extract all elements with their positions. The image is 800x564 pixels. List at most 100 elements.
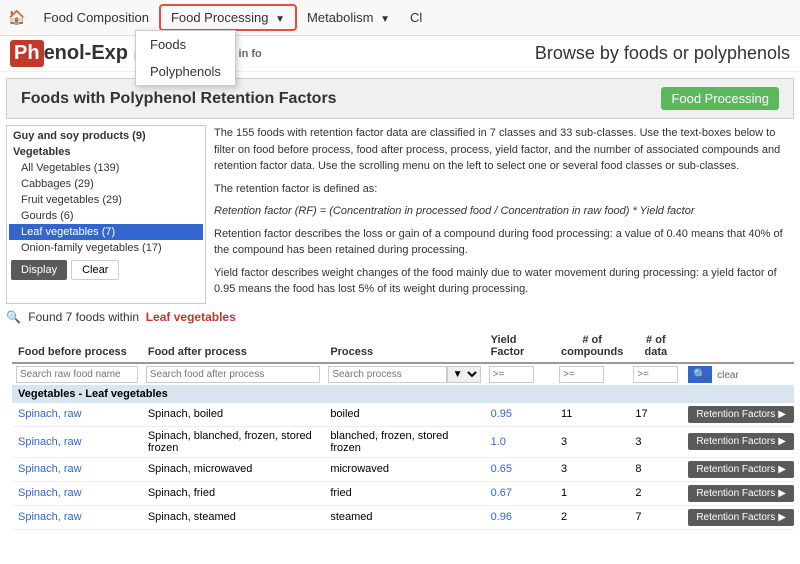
table-wrapper: Food before process Food after process P… <box>6 330 794 530</box>
yield-value: 0.65 <box>491 463 512 475</box>
nav-food-processing[interactable]: Food Processing ▼ <box>159 4 297 31</box>
dropdown-arrow-icon: ▼ <box>275 14 285 25</box>
clear-button[interactable]: Clear <box>71 260 119 280</box>
dropdown-foods[interactable]: Foods <box>136 31 235 58</box>
sidebar-item-onion[interactable]: Onion-family vegetables (17) <box>9 240 203 256</box>
yield-value: 1.0 <box>491 436 506 448</box>
filter-process-select[interactable]: ▼ <box>447 366 481 383</box>
logo-phenol: Ph <box>10 40 44 67</box>
retention-btn-cell: Retention Factors ▶ <box>682 457 794 481</box>
food-before-link[interactable]: Spinach, raw <box>18 436 82 448</box>
retention-factors-button[interactable]: Retention Factors ▶ <box>688 509 794 526</box>
filter-row: ▼ <box>12 363 794 385</box>
arrow-icon: ▶ <box>778 409 786 420</box>
description-rf-desc: Retention factor describes the loss or g… <box>214 226 794 259</box>
food-after-cell: Spinach, microwaved <box>142 457 324 481</box>
sidebar-item-soy[interactable]: Guy and soy products (9) <box>9 128 203 144</box>
table-row: Spinach, raw Spinach, fried fried 0.67 1… <box>12 481 794 505</box>
food-before-cell: Spinach, raw <box>12 403 142 427</box>
dropdown-arrow-icon2: ▼ <box>380 14 390 25</box>
section-header-label: Vegetables - Leaf vegetables <box>12 385 794 403</box>
col-compounds: # ofcompounds <box>555 330 629 363</box>
table-header-row: Food before process Food after process P… <box>12 330 794 363</box>
main-content: Guy and soy products (9) Vegetables All … <box>6 125 794 304</box>
found-text: Found 7 foods within <box>28 310 139 324</box>
food-after-cell: Spinach, boiled <box>142 403 324 427</box>
retention-factors-button[interactable]: Retention Factors ▶ <box>688 485 794 502</box>
nav-cl[interactable]: Cl <box>400 6 432 29</box>
process-cell: steamed <box>324 505 484 529</box>
compounds-cell: 2 <box>555 505 629 529</box>
sidebar-list: Guy and soy products (9) Vegetables All … <box>7 126 205 256</box>
food-before-link[interactable]: Spinach, raw <box>18 487 82 499</box>
filter-food-before-cell <box>12 363 142 385</box>
retention-btn-cell: Retention Factors ▶ <box>682 505 794 529</box>
filter-yield-input[interactable] <box>489 366 534 383</box>
arrow-icon: ▶ <box>778 464 786 475</box>
food-after-cell: Spinach, steamed <box>142 505 324 529</box>
filter-process-input[interactable] <box>328 366 446 383</box>
data-cell: 8 <box>629 457 682 481</box>
sidebar-item-fruit-veg[interactable]: Fruit vegetables (29) <box>9 192 203 208</box>
data-cell: 3 <box>629 426 682 457</box>
sidebar-item-leaf-veg[interactable]: Leaf vegetables (7) <box>9 224 203 240</box>
filter-food-after[interactable] <box>146 366 320 383</box>
yield-value: 0.96 <box>491 511 512 523</box>
display-button[interactable]: Display <box>11 260 67 280</box>
process-cell: boiled <box>324 403 484 427</box>
food-after-cell: Spinach, fried <box>142 481 324 505</box>
sidebar-item-all-veg[interactable]: All Vegetables (139) <box>9 160 203 176</box>
nav-food-composition[interactable]: Food Composition <box>33 6 159 29</box>
filter-compounds-input[interactable] <box>559 366 604 383</box>
page-title: Foods with Polyphenol Retention Factors <box>21 90 337 108</box>
yield-cell: 0.96 <box>485 505 555 529</box>
data-cell: 2 <box>629 481 682 505</box>
yield-value: 0.95 <box>491 408 512 420</box>
yield-cell: 0.67 <box>485 481 555 505</box>
search-results-header: 🔍 Found 7 foods within Leaf vegetables <box>6 310 794 324</box>
sidebar: Guy and soy products (9) Vegetables All … <box>6 125 206 304</box>
yield-cell: 0.95 <box>485 403 555 427</box>
table-row: Spinach, raw Spinach, boiled boiled 0.95… <box>12 403 794 427</box>
retention-btn-cell: Retention Factors ▶ <box>682 403 794 427</box>
yield-cell: 1.0 <box>485 426 555 457</box>
description-rf-label: The retention factor is defined as: <box>214 181 794 198</box>
nav-metabolism[interactable]: Metabolism ▼ <box>297 6 400 29</box>
filter-process-cell: ▼ <box>324 363 484 385</box>
dropdown-polyphenols[interactable]: Polyphenols <box>136 58 235 85</box>
sidebar-item-vegetables[interactable]: Vegetables <box>9 144 203 160</box>
yield-cell: 0.65 <box>485 457 555 481</box>
results-table: Food before process Food after process P… <box>12 330 794 530</box>
retention-btn-cell: Retention Factors ▶ <box>682 481 794 505</box>
filter-compounds-cell <box>555 363 629 385</box>
arrow-icon: ▶ <box>778 488 786 499</box>
food-before-link[interactable]: Spinach, raw <box>18 408 82 420</box>
food-processing-dropdown: Foods Polyphenols <box>135 30 236 86</box>
logo-exp: enol-Exp <box>44 42 128 65</box>
filter-yield-cell <box>485 363 555 385</box>
filter-food-after-cell <box>142 363 324 385</box>
col-food-before: Food before process <box>12 330 142 363</box>
filter-food-before[interactable] <box>16 366 138 383</box>
food-processing-badge: Food Processing <box>661 87 779 110</box>
retention-factors-button[interactable]: Retention Factors ▶ <box>688 433 794 450</box>
compounds-cell: 1 <box>555 481 629 505</box>
sidebar-item-cabbages[interactable]: Cabbages (29) <box>9 176 203 192</box>
yield-value: 0.67 <box>491 487 512 499</box>
compounds-cell: 3 <box>555 426 629 457</box>
retention-factors-button[interactable]: Retention Factors ▶ <box>688 406 794 423</box>
search-icon: 🔍 <box>6 310 21 324</box>
filter-data-input[interactable] <box>633 366 678 383</box>
logo-bar: Ph enol-Exp polyphenol content in fo Bro… <box>0 36 800 72</box>
filter-action-cell: 🔍 clear <box>682 363 794 385</box>
col-yield-factor: Yield Factor <box>485 330 555 363</box>
retention-factors-button[interactable]: Retention Factors ▶ <box>688 461 794 478</box>
sidebar-item-gourds[interactable]: Gourds (6) <box>9 208 203 224</box>
compounds-cell: 11 <box>555 403 629 427</box>
filter-search-button[interactable]: 🔍 <box>688 366 712 383</box>
browse-text: Browse by foods or polyphenols <box>535 43 790 64</box>
home-icon[interactable]: 🏠 <box>8 9 25 26</box>
filter-clear-button[interactable]: clear <box>717 370 739 381</box>
food-before-link[interactable]: Spinach, raw <box>18 463 82 475</box>
food-before-link[interactable]: Spinach, raw <box>18 511 82 523</box>
